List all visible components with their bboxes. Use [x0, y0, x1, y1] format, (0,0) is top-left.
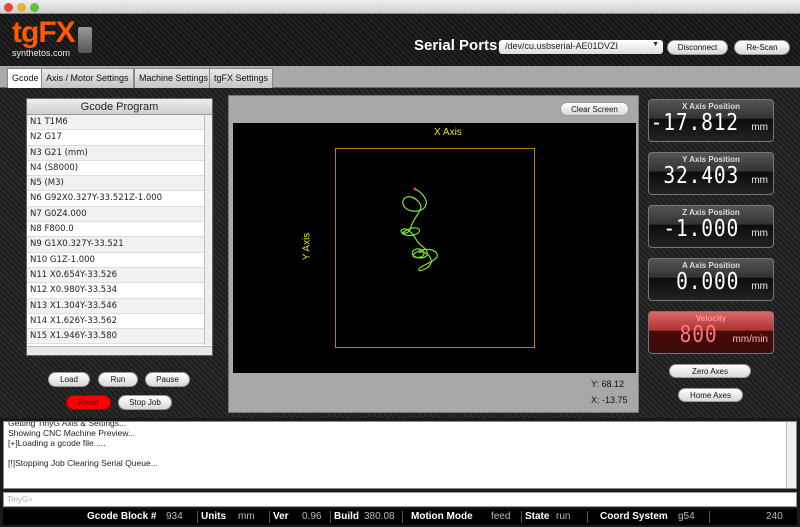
divider	[330, 511, 331, 523]
ver-value: 0.96	[302, 511, 322, 522]
gcode-line[interactable]: N10 G1Z-1.000	[27, 253, 205, 268]
serial-ports-label: Serial Ports:	[414, 37, 503, 54]
x-readout: X: -13.75	[591, 395, 628, 405]
logo: tgFX	[12, 16, 76, 49]
pause-button[interactable]: Pause	[145, 372, 190, 387]
y-axis-value: 32.403	[663, 163, 739, 189]
rescan-button[interactable]: Re-Scan	[734, 40, 790, 55]
console-line: Showing CNC Machine Preview...	[8, 428, 136, 438]
console-scrollbar[interactable]	[786, 422, 796, 488]
a-axis-unit: mm	[751, 281, 768, 292]
y-axis-unit: mm	[751, 175, 768, 186]
gcode-line[interactable]: N8 F800.0	[27, 222, 205, 238]
zoom-window-button[interactable]	[30, 3, 39, 12]
gcode-program-panel: Gcode Program N1 T1M6 N2 G17 N3 G21 (mm) N4…	[26, 98, 213, 356]
stop-job-button[interactable]: Stop Job	[118, 395, 172, 410]
divider	[521, 511, 522, 523]
zero-axes-button[interactable]: Zero Axes	[669, 364, 751, 378]
velocity-unit: mm/min	[732, 334, 768, 345]
close-window-button[interactable]	[4, 3, 13, 12]
load-button[interactable]: Load	[48, 372, 90, 387]
machine-preview-panel: Clear Screen X Axis Y Axis Y: 68.12 X: -…	[228, 95, 639, 413]
x-axis-unit: mm	[751, 122, 768, 133]
build-label: Build	[334, 511, 359, 522]
gcode-line[interactable]: N2 G17	[27, 130, 205, 146]
console-line: Getting TinyG Axis & Settings...	[8, 421, 127, 428]
chevron-down-icon: ▼	[652, 41, 659, 48]
divider	[709, 511, 710, 523]
logo-subtitle: synthetos.com	[12, 48, 71, 58]
toolpath-line	[400, 188, 438, 272]
gcode-line[interactable]: N1 T1M6	[27, 115, 205, 131]
gcode-line[interactable]: N11 X0.654Y-33.526	[27, 267, 205, 284]
line-count-value: 240	[766, 511, 783, 522]
disconnect-button[interactable]: Disconnect	[667, 40, 728, 55]
units-value: mm	[238, 511, 255, 522]
x-axis-value: -17.812	[650, 110, 739, 136]
divider	[402, 511, 403, 523]
y-axis-dro: Y Axis Position 32.403 mm	[648, 152, 774, 195]
gcode-list[interactable]: N1 T1M6 N2 G17 N3 G21 (mm) N4 (S8000) N5 (M3…	[27, 115, 212, 345]
tool-position-marker	[413, 187, 417, 191]
state-label: State	[525, 511, 550, 522]
a-axis-value: 0.000	[675, 269, 739, 295]
gcode-program-title: Gcode Program	[27, 99, 212, 115]
y-readout: Y: 68.12	[591, 379, 625, 389]
gcode-line[interactable]: N9 G1X0.327Y-33.521	[27, 237, 205, 253]
gcode-line[interactable]: N3 G21 (mm)	[27, 145, 205, 161]
window-titlebar	[0, 0, 800, 14]
z-axis-dro: Z Axis Position -1.000 mm	[648, 205, 774, 248]
gcode-line[interactable]: N6 G92X0.327Y-33.521Z-1.000	[27, 191, 205, 207]
tab-machine-settings[interactable]: Machine Settings	[134, 68, 214, 88]
console-line: [!]Stopping Job Clearing Serial Queue...	[8, 458, 158, 468]
x-axis-dro: X Axis Position -17.812 mm	[648, 99, 774, 142]
command-input[interactable]: TinyG>	[3, 492, 797, 507]
velocity-value: 800	[680, 322, 718, 348]
console-output[interactable]: Getting TinyG Axis & Settings... Showing …	[3, 421, 797, 489]
divider	[587, 511, 588, 523]
home-axes-button[interactable]: Home Axes	[678, 388, 743, 402]
state-value: run	[556, 511, 571, 522]
tab-axis-motor-settings[interactable]: Axis / Motor Settings	[41, 68, 134, 88]
divider	[197, 511, 198, 523]
motion-mode-label: Motion Mode	[411, 511, 473, 522]
run-button[interactable]: Run	[98, 372, 138, 387]
console-line: [+]Loading a gcode file.....	[8, 438, 106, 448]
divider	[269, 511, 270, 523]
serial-port-select[interactable]: /dev/cu.usbserial-AE01DVZI ▼	[499, 40, 663, 54]
motion-mode-value: feed	[491, 511, 511, 522]
reset-button[interactable]: Reset	[66, 395, 111, 410]
tab-gcode[interactable]: Gcode	[7, 68, 44, 88]
gcode-line[interactable]: N12 X0.980Y-33.534	[27, 283, 205, 299]
z-axis-unit: mm	[751, 228, 768, 239]
build-value: 380.08	[364, 511, 395, 522]
z-axis-value: -1.000	[663, 216, 739, 242]
coord-system-label: Coord System	[600, 511, 668, 522]
velocity-dro: Velocity 800 mm/min	[648, 311, 774, 354]
gcode-vertical-scrollbar[interactable]	[204, 115, 212, 345]
gcode-horizontal-scrollbar[interactable]	[27, 346, 212, 355]
ver-label: Ver	[273, 511, 289, 522]
coord-system-value: g54	[678, 511, 695, 522]
gcode-block-label: Gcode Block #	[87, 511, 157, 522]
clear-screen-button[interactable]: Clear Screen	[560, 102, 629, 116]
toolpath-trace	[400, 187, 438, 272]
gcode-line[interactable]: N5 (M3)	[27, 176, 205, 192]
gcode-line[interactable]: N7 G0Z4.000	[27, 206, 205, 223]
gcode-line[interactable]: N14 X1.626Y-33.562	[27, 314, 205, 330]
a-axis-dro: A Axis Position 0.000 mm	[648, 258, 774, 301]
units-label: Units	[201, 511, 226, 522]
gcode-line[interactable]: N4 (S8000)	[27, 161, 205, 177]
gcode-line[interactable]: N15 X1.946Y-33.580	[27, 329, 205, 345]
gcode-line[interactable]: N13 X1.304Y-33.546	[27, 298, 205, 314]
stepper-motor-icon	[78, 27, 92, 53]
status-bar: Gcode Block # 934 Units mm Ver 0.96 Buil…	[3, 509, 797, 525]
gcode-block-value: 934	[166, 511, 183, 522]
minimize-window-button[interactable]	[17, 3, 26, 12]
preview-canvas[interactable]: X Axis Y Axis	[233, 123, 636, 373]
tab-tgfx-settings[interactable]: tgFX Settings	[209, 68, 274, 88]
serial-port-value: /dev/cu.usbserial-AE01DVZI	[505, 41, 619, 51]
